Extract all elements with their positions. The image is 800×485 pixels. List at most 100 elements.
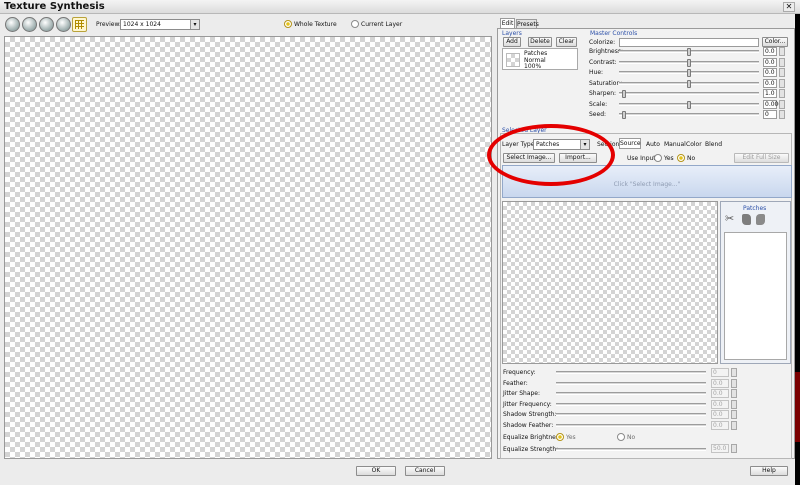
edit-full-size-label: Edit Full Size	[742, 154, 781, 161]
source-image-preview[interactable]	[502, 201, 718, 364]
master-slider-track[interactable]	[619, 100, 759, 109]
use-input-yes-radio[interactable]	[654, 154, 662, 162]
tile-grid-icon[interactable]	[72, 17, 87, 32]
param-value[interactable]: 0.0	[711, 389, 729, 399]
master-slider-knob[interactable]	[687, 79, 691, 88]
param-spinner[interactable]	[731, 368, 737, 377]
param-slider[interactable]	[556, 392, 706, 396]
clear-layers-button[interactable]: Clear	[556, 37, 577, 47]
colorize-label: Colorize:	[589, 39, 616, 46]
master-slider-track[interactable]	[619, 90, 759, 98]
master-slider-label: Scale:	[589, 100, 608, 108]
param-spinner[interactable]	[731, 410, 737, 420]
current-layer-label: Current Layer	[361, 21, 403, 28]
use-input-no-label: No	[687, 155, 696, 162]
tab-manual[interactable]: Manual	[664, 141, 686, 148]
tab-auto[interactable]: Auto	[646, 141, 660, 148]
master-slider-value[interactable]: 0.0	[763, 68, 777, 77]
master-slider-knob[interactable]	[687, 100, 691, 109]
param-spinner[interactable]	[731, 389, 737, 399]
equalize-strength-field[interactable]: 50.0	[711, 444, 729, 453]
param-slider[interactable]	[556, 413, 706, 417]
delete-layer-button[interactable]: Delete	[528, 37, 552, 47]
master-slider-knob[interactable]	[687, 48, 691, 56]
param-label: Frequency:	[503, 369, 536, 376]
zoom-fit-icon[interactable]	[39, 17, 54, 32]
texture-preview-canvas[interactable]	[4, 36, 492, 459]
equalize-yes-radio[interactable]	[556, 433, 564, 441]
cancel-button[interactable]: Cancel	[405, 466, 445, 476]
master-slider-knob[interactable]	[621, 90, 626, 98]
zoom-actual-icon[interactable]	[56, 17, 71, 32]
patch-shape-alt-icon[interactable]	[756, 214, 765, 225]
param-value[interactable]: 0.0	[711, 421, 729, 430]
master-slider-spinner[interactable]	[779, 57, 785, 67]
master-slider-spinner[interactable]	[779, 68, 785, 77]
scissors-icon[interactable]: ✂	[725, 212, 734, 225]
param-slider[interactable]	[556, 424, 706, 427]
tab-blend[interactable]: Blend	[705, 141, 722, 148]
delete-layer-label: Delete	[530, 38, 550, 45]
master-slider-value[interactable]: 0.000	[763, 99, 782, 109]
master-slider-track[interactable]	[619, 58, 759, 67]
master-slider-knob[interactable]	[687, 58, 691, 67]
clear-layers-label: Clear	[558, 38, 575, 45]
equalize-yes-label: Yes	[566, 434, 576, 441]
tab-source[interactable]: Source	[619, 138, 641, 149]
master-slider-label: Hue:	[589, 69, 604, 76]
master-slider-spinner[interactable]	[779, 47, 785, 56]
ok-button[interactable]: OK	[356, 466, 396, 476]
whole-texture-radio[interactable]	[284, 20, 292, 28]
master-slider-knob[interactable]	[621, 111, 626, 119]
use-input-no-radio[interactable]	[677, 154, 685, 162]
equalize-no-radio[interactable]	[617, 433, 625, 441]
ok-label: OK	[371, 467, 381, 474]
chevron-down-icon: ▾	[190, 20, 199, 29]
equalize-strength-slider[interactable]	[556, 448, 706, 451]
current-layer-radio[interactable]	[351, 20, 359, 28]
master-slider-track[interactable]	[619, 48, 759, 56]
zoom-in-icon[interactable]	[5, 17, 20, 32]
help-button[interactable]: Help	[750, 466, 788, 476]
master-slider-track[interactable]	[619, 111, 759, 119]
master-slider-knob[interactable]	[687, 69, 691, 77]
param-slider[interactable]	[556, 371, 706, 374]
patch-shape-icon[interactable]	[742, 214, 751, 225]
master-slider-label: Brightness:	[589, 48, 623, 55]
equalize-no-label: No	[627, 434, 636, 441]
param-spinner[interactable]	[731, 378, 737, 388]
patches-list[interactable]	[724, 232, 787, 360]
param-spinner[interactable]	[731, 421, 737, 430]
master-slider-value[interactable]: 1.0	[763, 89, 777, 98]
close-window-button[interactable]: ✕	[783, 2, 795, 12]
master-slider-track[interactable]	[619, 79, 759, 88]
master-slider-value[interactable]: 0.0	[763, 57, 777, 67]
master-slider-value[interactable]: 0.0	[763, 78, 777, 88]
title-bar: Texture Synthesis ✕	[0, 0, 800, 14]
equalize-strength-spinner[interactable]	[731, 444, 737, 453]
tab-color[interactable]: Color	[686, 141, 702, 148]
param-slider[interactable]	[556, 402, 706, 406]
master-slider-spinner[interactable]	[779, 110, 785, 119]
preview-size-select[interactable]: 1024 x 1024 ▾	[120, 19, 200, 30]
master-slider-spinner[interactable]	[779, 99, 785, 109]
param-value[interactable]: 0.0	[711, 399, 729, 409]
layers-group-title: Layers	[502, 30, 522, 37]
master-slider-spinner[interactable]	[779, 89, 785, 98]
param-slider[interactable]	[556, 381, 706, 385]
add-layer-button[interactable]: Add	[503, 37, 521, 47]
edit-full-size-button[interactable]: Edit Full Size	[734, 153, 789, 163]
master-slider-value[interactable]: 0	[763, 110, 777, 119]
colorize-swatch[interactable]	[619, 38, 759, 47]
help-label: Help	[762, 467, 776, 474]
zoom-out-icon[interactable]	[22, 17, 37, 32]
param-spinner[interactable]	[731, 399, 737, 409]
master-slider-track[interactable]	[619, 69, 759, 77]
param-value[interactable]: 0	[711, 368, 729, 377]
param-value[interactable]: 0.0	[711, 378, 729, 388]
master-slider-value[interactable]: 0.0	[763, 47, 777, 56]
layers-list[interactable]: Patches Normal 100%	[502, 48, 578, 70]
color-picker-button[interactable]: Color...	[762, 37, 788, 47]
param-value[interactable]: 0.0	[711, 410, 729, 420]
master-slider-spinner[interactable]	[779, 78, 785, 88]
